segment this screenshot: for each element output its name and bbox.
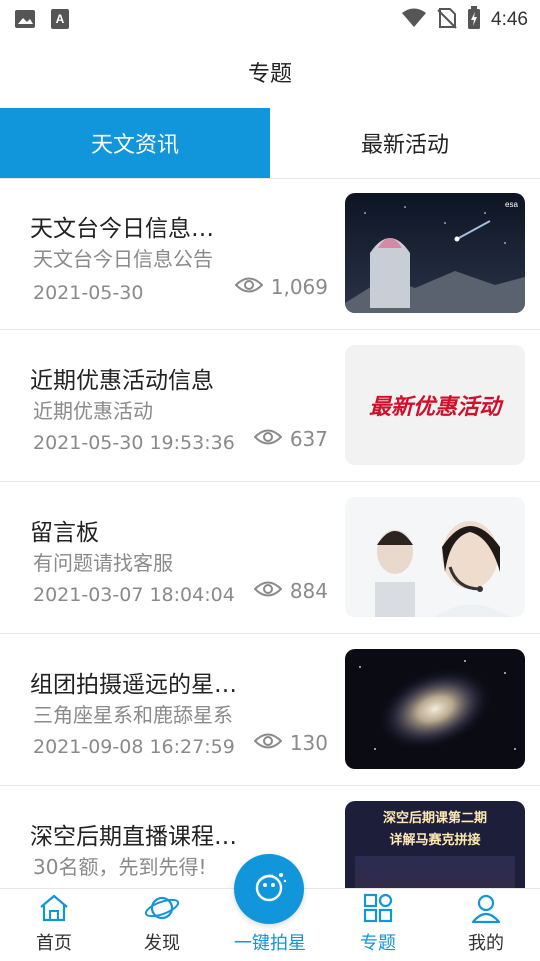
poster-subtitle: 详解马赛克拼接 — [389, 833, 481, 848]
no-sim-icon — [437, 7, 457, 33]
svg-text:esa: esa — [505, 200, 518, 209]
course-poster-image: 深空后期课第二期 详解马赛克拼接 — [345, 801, 525, 888]
item-description: 30名额，先到先得! — [33, 855, 207, 879]
item-description: 近期优惠活动 — [33, 399, 153, 423]
item-title: 组团拍摄遥远的星… — [30, 672, 237, 698]
item-title: 深空后期直播课程… — [30, 824, 237, 850]
clock: 4:46 — [491, 9, 528, 30]
nav-profile[interactable]: 我的 — [432, 889, 540, 961]
view-count: 884 — [253, 579, 328, 603]
one-click-shoot-button[interactable] — [234, 854, 304, 924]
eye-icon — [253, 427, 283, 451]
view-count: 1,069 — [234, 275, 328, 299]
item-title: 近期优惠活动信息 — [30, 368, 214, 394]
image-icon — [14, 8, 36, 34]
planet-icon — [144, 891, 180, 925]
app-header: 专题 — [0, 36, 540, 109]
wifi-icon — [401, 7, 427, 33]
list-item[interactable]: 天文台今日信息… 天文台今日信息公告 2021-05-30 19:55:25 1… — [0, 178, 540, 330]
battery-charging-icon — [467, 6, 481, 34]
item-description: 三角座星系和鹿舔星系团! — [33, 703, 233, 727]
nav-label: 一键拍星 — [234, 933, 306, 954]
view-count-value: 130 — [289, 731, 328, 755]
item-date: 2021-03-07 18:04:04 — [33, 584, 235, 606]
eye-icon — [253, 579, 283, 603]
poster-body — [355, 856, 515, 888]
status-bar: A 4:46 — [0, 0, 540, 36]
eye-icon — [253, 731, 283, 755]
item-description: 天文台今日信息公告 — [33, 247, 213, 271]
article-list: 天文台今日信息… 天文台今日信息公告 2021-05-30 19:55:25 1… — [0, 178, 540, 888]
tab-latest-events[interactable]: 最新活动 — [270, 108, 540, 178]
item-title: 留言板 — [30, 520, 99, 546]
home-icon — [37, 891, 71, 925]
list-item[interactable]: 留言板 有问题请找客服 2021-03-07 18:04:04 884 — [0, 482, 540, 634]
item-description: 有问题请找客服 — [33, 551, 173, 575]
tab-label: 天文资讯 — [90, 133, 179, 158]
nav-topics[interactable]: 专题 — [324, 889, 432, 961]
view-count-value: 1,069 — [270, 275, 328, 299]
nav-label: 我的 — [468, 933, 504, 954]
eye-icon — [234, 275, 264, 299]
item-date: 2021-05-30 19:53:36 — [33, 432, 235, 454]
customer-service-image — [345, 497, 525, 617]
observatory-image: esa — [345, 193, 525, 313]
camera-planet-icon — [249, 867, 289, 911]
poster-title: 深空后期课第二期 — [382, 811, 487, 826]
nav-label: 首页 — [36, 933, 72, 954]
nav-discover[interactable]: 发现 — [108, 889, 216, 961]
tab-astronomy-news[interactable]: 天文资讯 — [0, 108, 270, 178]
view-count-value: 637 — [289, 427, 328, 451]
tab-label: 最新活动 — [360, 133, 449, 158]
item-date: 2021-09-08 16:27:59 — [33, 736, 235, 758]
list-item[interactable]: 组团拍摄遥远的星… 三角座星系和鹿舔星系团! 2021-09-08 16:27:… — [0, 634, 540, 786]
item-date: 2021-05-30 19:55:25 — [33, 282, 144, 304]
tab-bar: 天文资讯 最新活动 — [0, 108, 540, 179]
view-count: 637 — [253, 427, 328, 451]
text-a-icon: A — [50, 8, 70, 34]
svg-text:A: A — [56, 12, 65, 26]
page-title: 专题 — [247, 62, 292, 87]
promotion-banner-image: 最新优惠活动 — [345, 345, 525, 465]
galaxy-image — [345, 649, 525, 769]
item-title: 天文台今日信息… — [30, 216, 214, 242]
profile-icon — [470, 891, 502, 925]
nav-home[interactable]: 首页 — [0, 889, 108, 961]
view-count-value: 884 — [289, 579, 328, 603]
promotion-banner-text: 最新优惠活动 — [368, 394, 501, 420]
grid-icon — [362, 891, 394, 925]
nav-label: 专题 — [360, 933, 396, 954]
view-count: 130 — [253, 731, 328, 755]
nav-label: 发现 — [144, 933, 180, 954]
list-item[interactable]: 近期优惠活动信息 近期优惠活动 2021-05-30 19:53:36 637 … — [0, 330, 540, 482]
